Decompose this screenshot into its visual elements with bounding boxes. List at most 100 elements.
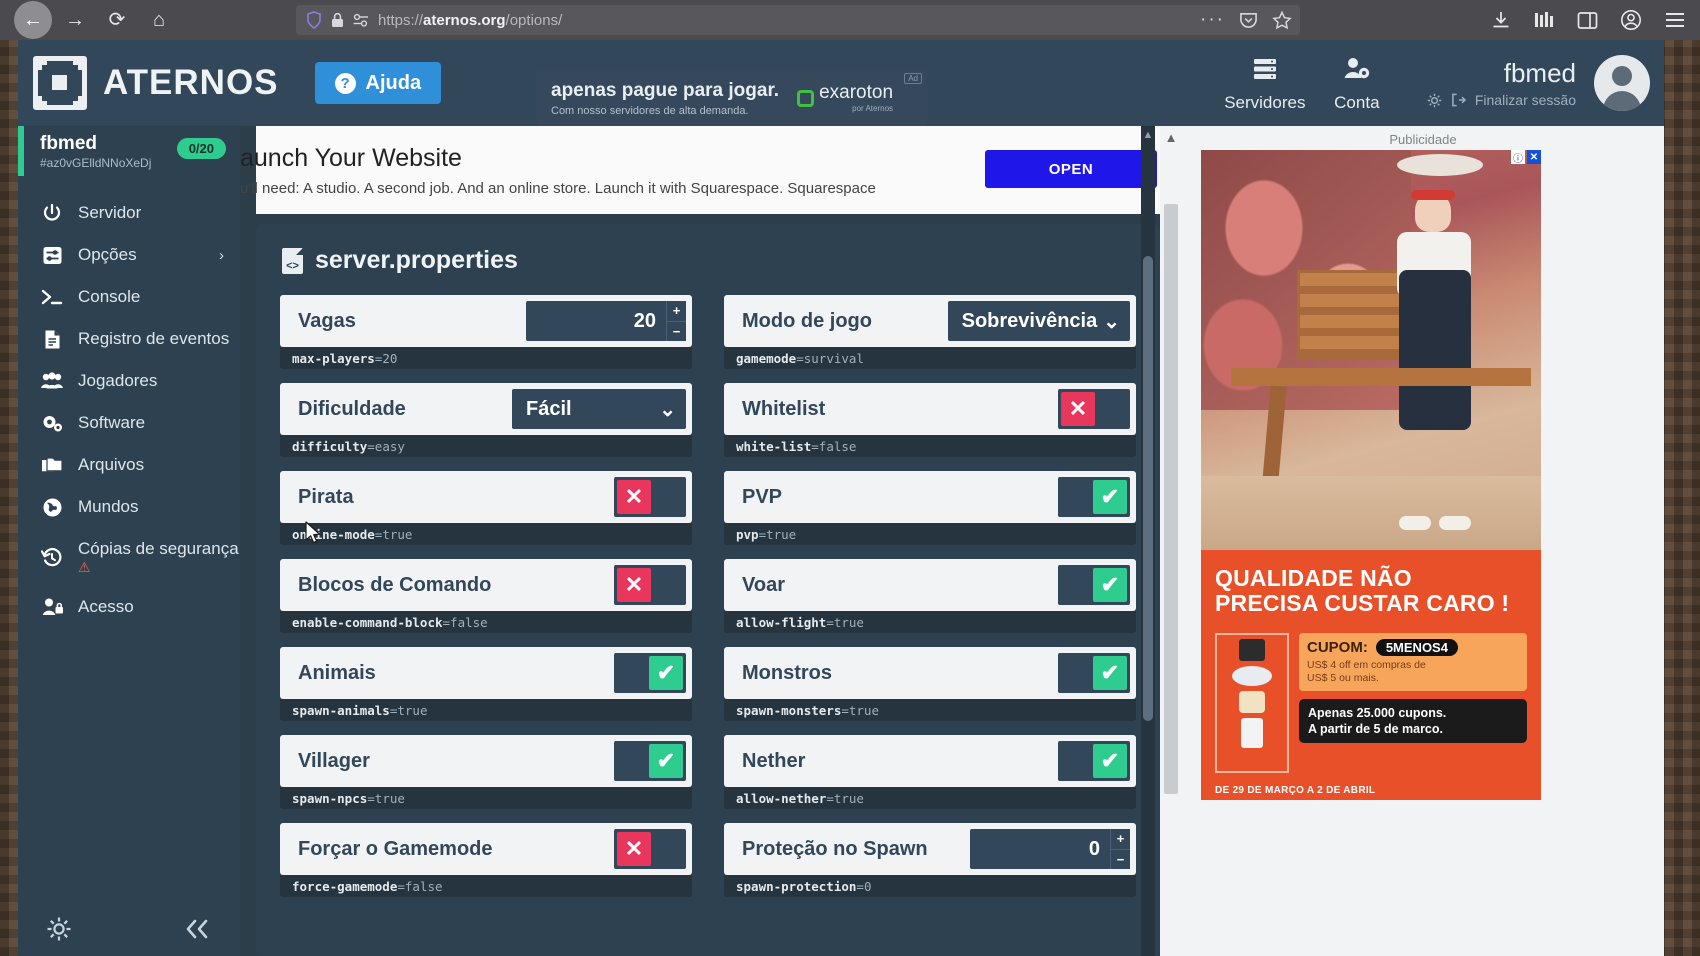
- address-bar[interactable]: https://aternos.org/options/: [296, 5, 1300, 35]
- logout-icon[interactable]: [1451, 93, 1466, 107]
- ad-close-icon[interactable]: ✕: [1527, 150, 1541, 164]
- back-button[interactable]: ←: [14, 1, 52, 39]
- content-scrollbar[interactable]: ▲: [1141, 126, 1155, 956]
- scroll-up-arrow-icon[interactable]: ▲: [1160, 126, 1182, 145]
- stepper-decrement-button[interactable]: −: [666, 320, 686, 341]
- force-gamemode-toggle[interactable]: ✕: [614, 829, 686, 869]
- toggle-knob: ✔: [1093, 480, 1127, 514]
- scroll-up-arrow-icon[interactable]: ▲: [1141, 126, 1155, 141]
- options-grid: Vagas 20 + − max-players =20 Modo de jog…: [256, 275, 1160, 911]
- header-nav-servers[interactable]: Servidores: [1219, 54, 1311, 113]
- main-content: aunch Your Website u'll need: A studio. …: [240, 126, 1160, 956]
- users-icon: [40, 372, 64, 390]
- sidebar-item-console[interactable]: Console: [18, 276, 240, 318]
- property-value: =20: [374, 350, 398, 366]
- sidebar-item-arquivos[interactable]: Arquivos: [18, 444, 240, 486]
- hamburger-menu-icon[interactable]: [1664, 11, 1686, 29]
- spawn-protection-stepper[interactable]: 0 + −: [970, 829, 1130, 869]
- property-key: enable-command-block: [292, 614, 443, 630]
- option-pirata: Pirata ✕ online-mode =true: [280, 471, 692, 545]
- toggle-knob: ✔: [649, 744, 683, 778]
- whitelist-toggle[interactable]: ✕: [1058, 389, 1130, 429]
- animals-toggle[interactable]: ✔: [614, 653, 686, 693]
- brand-logo[interactable]: ATERNOS: [33, 56, 279, 110]
- question-mark-icon: ?: [334, 72, 356, 94]
- difficulty-select[interactable]: Fácil ⌄: [512, 389, 686, 429]
- pvp-toggle[interactable]: ✔: [1058, 477, 1130, 517]
- sidebar-item-copias-de-seguranca[interactable]: Cópias de segurança ⚠: [18, 528, 240, 586]
- pirata-toggle[interactable]: ✕: [614, 477, 686, 517]
- gears-icon: [40, 413, 64, 434]
- ad-headline-line2: PRECISA CUSTAR CARO !: [1215, 590, 1510, 617]
- sidebar-item-registro-de-eventos[interactable]: Registro de eventos: [18, 318, 240, 360]
- toggle-knob: ✔: [1093, 568, 1127, 602]
- gear-icon[interactable]: [1427, 93, 1442, 108]
- option-value-input[interactable]: 20: [526, 301, 666, 341]
- aliexpress-ad[interactable]: ⓘ ✕ QUALIDADE NÃO PRECISA CUSTAR CARO ! …: [1201, 150, 1541, 800]
- option-dificuldade: Dificuldade Fácil ⌄ difficulty =easy: [280, 383, 692, 457]
- option-property: enable-command-block =false: [280, 611, 692, 633]
- property-key: white-list: [736, 438, 812, 454]
- villager-toggle[interactable]: ✔: [614, 741, 686, 781]
- ad-coupon-code: 5MENOS4: [1375, 638, 1458, 656]
- stepper-increment-button[interactable]: +: [1110, 829, 1130, 849]
- star-bookmark-icon[interactable]: [1272, 10, 1292, 30]
- ad-info-icon[interactable]: ⓘ: [1511, 150, 1525, 165]
- nether-toggle[interactable]: ✔: [1058, 741, 1130, 781]
- quantity-stepper[interactable]: 20 + −: [526, 301, 686, 341]
- reload-button[interactable]: ⟳: [98, 1, 136, 39]
- header-nav-account[interactable]: Conta: [1311, 54, 1403, 113]
- pocket-icon[interactable]: [1239, 11, 1258, 29]
- account-icon[interactable]: [1620, 9, 1642, 31]
- library-icon[interactable]: [1533, 10, 1555, 30]
- option-value-input[interactable]: 0: [970, 829, 1110, 869]
- download-icon[interactable]: [1491, 10, 1511, 30]
- option-forcar-gamemode: Forçar o Gamemode ✕ force-gamemode =false: [280, 823, 692, 897]
- sidebar-footer: [18, 916, 240, 942]
- gamemode-select[interactable]: Sobrevivência ⌄: [947, 301, 1130, 341]
- property-value: =true: [374, 526, 413, 542]
- sidebar-server-card[interactable]: fbmed #az0vGElldNNoXeDj 0/20: [18, 126, 240, 176]
- flight-toggle[interactable]: ✔: [1058, 565, 1130, 605]
- advertising-label: Publicidade: [1389, 132, 1457, 147]
- sidebar-item-acesso[interactable]: Acesso: [18, 586, 240, 628]
- gear-icon[interactable]: [46, 916, 72, 942]
- rail-scrollbar[interactable]: ▲: [1160, 126, 1182, 956]
- option-villager: Villager ✔ spawn-npcs =true: [280, 735, 692, 809]
- collapse-chevrons-icon[interactable]: [182, 918, 212, 940]
- brand-name: ATERNOS: [103, 63, 279, 102]
- help-button[interactable]: ? Ajuda: [314, 62, 442, 104]
- squarespace-ad-open-button[interactable]: OPEN: [985, 150, 1157, 188]
- stepper-increment-button[interactable]: +: [666, 301, 686, 321]
- header-nav-account-label: Conta: [1334, 92, 1380, 112]
- home-button[interactable]: ⌂: [140, 1, 178, 39]
- command-blocks-toggle[interactable]: ✕: [614, 565, 686, 605]
- option-label: Animais: [298, 661, 376, 684]
- sidebar-item-servidor[interactable]: Servidor: [18, 192, 240, 234]
- squarespace-ad-banner[interactable]: aunch Your Website u'll need: A studio. …: [240, 126, 1160, 214]
- avatar[interactable]: [1594, 55, 1650, 111]
- scrollbar-thumb[interactable]: [1164, 204, 1178, 794]
- option-label: Proteção no Spawn: [742, 837, 928, 860]
- sidebar-toggle-icon[interactable]: [1577, 11, 1598, 30]
- scrollbar-thumb[interactable]: [1143, 256, 1153, 721]
- sidebar-item-software[interactable]: Software: [18, 402, 240, 444]
- monsters-toggle[interactable]: ✔: [1058, 653, 1130, 693]
- stepper-decrement-button[interactable]: −: [1110, 848, 1130, 869]
- sidebar-item-mundos[interactable]: Mundos: [18, 486, 240, 528]
- logout-label[interactable]: Finalizar sessão: [1475, 92, 1576, 108]
- sidebar-item-opcoes[interactable]: Opções ›: [18, 234, 240, 276]
- exaroton-promo-banner[interactable]: apenas pague para jogar. Com nosso servi…: [537, 70, 927, 126]
- sidebar-item-jogadores[interactable]: Jogadores: [18, 360, 240, 402]
- ad-label: Ad: [904, 73, 922, 84]
- more-options-icon[interactable]: ···: [1200, 9, 1225, 31]
- forward-button[interactable]: →: [56, 1, 94, 39]
- select-value: Fácil: [526, 397, 572, 420]
- url-domain: aternos.org: [423, 11, 506, 29]
- ad-coupon-label: CUPOM:: [1307, 638, 1368, 656]
- option-label: Villager: [298, 749, 370, 772]
- option-label: Forçar o Gamemode: [298, 837, 493, 860]
- property-value: =true: [367, 790, 405, 806]
- url-scheme: https://: [378, 11, 424, 29]
- ad-note-box: Apenas 25.000 cupons. A partir de 5 de m…: [1299, 698, 1527, 744]
